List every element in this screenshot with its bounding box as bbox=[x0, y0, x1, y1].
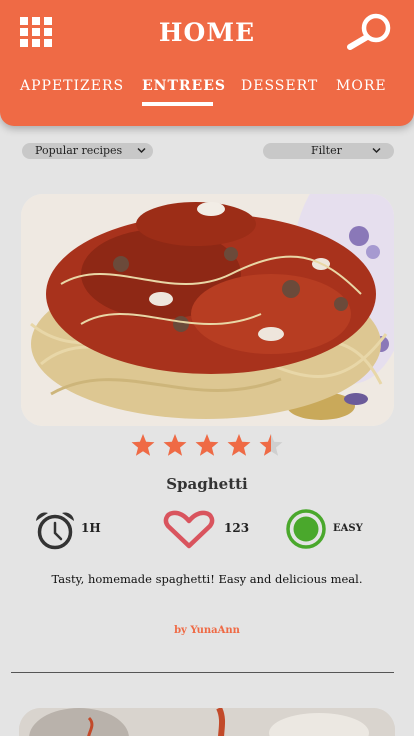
chevron-down-icon bbox=[372, 147, 381, 154]
difficulty-icon bbox=[286, 509, 326, 549]
search-icon[interactable] bbox=[346, 12, 396, 50]
active-tab-indicator bbox=[142, 102, 213, 106]
alarm-clock-icon bbox=[36, 512, 74, 550]
heart-icon[interactable] bbox=[163, 510, 215, 550]
sort-dropdown-label: Popular recipes bbox=[35, 144, 123, 157]
recipe-photo[interactable] bbox=[21, 194, 394, 426]
rating-stars bbox=[131, 434, 283, 456]
tab-dessert[interactable]: DESSERT bbox=[241, 78, 318, 94]
sort-dropdown[interactable]: Popular recipes bbox=[22, 143, 153, 159]
rating-star bbox=[163, 434, 187, 456]
cook-time: 1H bbox=[81, 521, 101, 535]
tab-entrees[interactable]: ENTREES bbox=[142, 78, 226, 94]
rating-star bbox=[227, 434, 251, 456]
rating-star bbox=[131, 434, 155, 456]
tab-appetizers[interactable]: APPETIZERS bbox=[20, 78, 124, 94]
next-recipe-photo[interactable] bbox=[19, 708, 395, 736]
rating-star bbox=[195, 434, 219, 456]
filter-dropdown[interactable]: Filter bbox=[263, 143, 394, 159]
tab-more[interactable]: MORE bbox=[336, 78, 387, 94]
recipe-author[interactable]: by YunaAnn bbox=[0, 625, 414, 636]
divider bbox=[11, 672, 394, 673]
app-header: HOME APPETIZERS ENTREES DESSERT MORE bbox=[0, 0, 414, 126]
filter-dropdown-label: Filter bbox=[311, 144, 342, 157]
category-tabs: APPETIZERS ENTREES DESSERT MORE bbox=[0, 78, 414, 110]
difficulty-label: EASY bbox=[333, 523, 363, 534]
like-count: 123 bbox=[224, 521, 250, 535]
recipe-name: Spaghetti bbox=[166, 475, 248, 493]
recipe-description: Tasty, homemade spaghetti! Easy and deli… bbox=[51, 572, 363, 586]
chevron-down-icon bbox=[137, 147, 146, 154]
